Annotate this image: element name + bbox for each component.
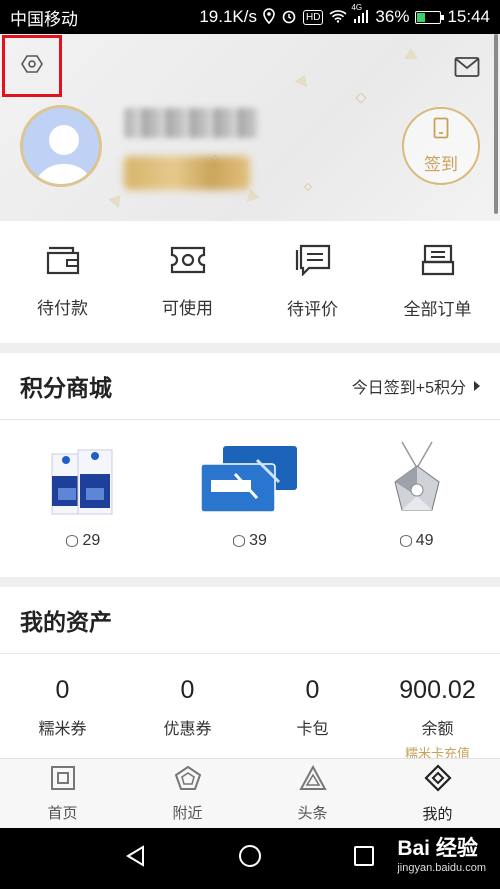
bottom-tab-bar: 首页 附近 头条 我的 (0, 758, 500, 828)
asset-value: 900.02 (399, 676, 476, 704)
order-usable[interactable]: 可使用 (125, 221, 250, 343)
asset-value: 0 (55, 676, 70, 704)
pendant-product-image (362, 440, 472, 520)
wallet-icon (46, 245, 80, 280)
order-label: 可使用 (162, 299, 213, 318)
location-icon (263, 7, 275, 27)
tab-label: 首页 (47, 804, 78, 822)
asset-label: 卡包 (296, 721, 329, 738)
tab-headline[interactable]: 头条 (250, 759, 375, 828)
comment-icon (295, 244, 331, 281)
asset-label: 优惠券 (163, 721, 212, 738)
clock: 15:44 (447, 7, 490, 26)
facemask-product-image (28, 440, 138, 520)
goods-points: 49 (399, 532, 434, 550)
section-title: 我的资产 (20, 609, 112, 635)
headline-icon (298, 764, 327, 796)
tab-home[interactable]: 首页 (0, 759, 125, 828)
status-bar: 中国移动 19.1K/s HD 4G 36% 15:44 (0, 0, 500, 34)
carrier-name: 中国移动 (10, 9, 78, 29)
network-speed: 19.1K/s (199, 7, 257, 26)
coin-icon (66, 535, 79, 547)
asset-value: 0 (180, 676, 195, 704)
username-blurred (124, 108, 258, 138)
profile-header: 签到 (0, 34, 500, 221)
order-pending-payment[interactable]: 待付款 (0, 221, 125, 343)
message-button[interactable] (454, 56, 480, 78)
alarm-icon (281, 8, 297, 27)
goods-points: 29 (66, 532, 100, 550)
recents-icon[interactable] (353, 845, 375, 872)
back-icon[interactable] (125, 845, 147, 872)
order-all[interactable]: 全部订单 (375, 221, 500, 343)
order-to-review[interactable]: 待评价 (250, 221, 375, 343)
avatar-placeholder-icon (34, 125, 94, 184)
tab-nearby[interactable]: 附近 (125, 759, 250, 828)
points-value: 49 (415, 532, 434, 549)
goods-list: 29 39 49 (0, 420, 500, 576)
tab-label: 我的 (422, 805, 453, 823)
points-mall: 积分商城 今日签到+5积分 29 39 49 (0, 353, 500, 577)
tab-label: 附近 (172, 804, 203, 822)
points-mall-header: 积分商城 今日签到+5积分 (0, 353, 500, 420)
checkin-button[interactable]: 签到 (402, 107, 480, 185)
home-icon (50, 765, 76, 796)
coin-icon (399, 535, 412, 547)
goods-points: 39 (233, 532, 267, 550)
order-shortcuts: 待付款 可使用 待评价 全部订单 (0, 221, 500, 343)
phone-icon (433, 117, 449, 144)
goods-item[interactable]: 49 (333, 420, 500, 576)
watermark-brand: Bai 经验 (397, 837, 478, 860)
checkin-points-link[interactable]: 今日签到+5积分 (352, 374, 480, 398)
assets-list: 0 糯米券 0 优惠券 0 卡包 900.02 余额 糯米卡充值 (0, 654, 500, 761)
asset-value: 0 (305, 676, 320, 704)
ticket-icon (170, 245, 206, 280)
wifi-icon (329, 9, 347, 26)
points-value: 39 (249, 532, 267, 549)
mail-icon (454, 57, 480, 82)
section-title: 积分商城 (20, 375, 112, 401)
checkin-label: 签到 (424, 155, 458, 174)
hd-badge: HD (302, 9, 324, 25)
chevron-right-icon (474, 381, 480, 391)
order-label: 全部订单 (403, 300, 472, 319)
asset-nuomi-coupon[interactable]: 0 糯米券 (0, 654, 125, 759)
asset-card-wallet[interactable]: 0 卡包 (250, 654, 375, 759)
scrollbar[interactable] (494, 34, 498, 214)
settings-icon (21, 53, 43, 80)
baidu-jingyan-watermark: Bai 经验 jingyan.baidu.com (397, 832, 486, 874)
home-circle-icon[interactable] (238, 844, 262, 873)
battery-icon (415, 10, 445, 24)
tab-label: 头条 (297, 804, 328, 822)
goods-item[interactable]: 39 (167, 420, 334, 576)
watermark-url: jingyan.baidu.com (397, 862, 486, 874)
tab-mine[interactable]: 我的 (375, 759, 500, 828)
asset-label: 余额 (421, 721, 454, 738)
asset-label: 糯米券 (38, 721, 87, 738)
asset-balance[interactable]: 900.02 余额 糯米卡充值 (375, 654, 500, 761)
my-assets: 我的资产 0 糯米券 0 优惠券 0 卡包 900.02 余额 糯米卡充值 (0, 587, 500, 761)
coin-icon (233, 535, 246, 547)
assets-header: 我的资产 (0, 587, 500, 654)
floss-product-image (195, 440, 305, 520)
order-label: 待付款 (37, 299, 88, 318)
points-value: 29 (82, 532, 101, 549)
nearby-icon (174, 765, 202, 796)
order-label: 待评价 (287, 300, 338, 319)
orders-icon (421, 244, 455, 281)
avatar[interactable] (20, 105, 102, 187)
checkin-points-text: 今日签到+5积分 (351, 380, 466, 397)
network-type: 4G (351, 2, 363, 12)
status-icons: 19.1K/s HD 4G 36% 15:44 (199, 3, 490, 27)
goods-item[interactable]: 29 (0, 420, 167, 576)
battery-percent: 36% (375, 7, 410, 26)
member-level-blurred (124, 156, 250, 190)
asset-discount-coupon[interactable]: 0 优惠券 (125, 654, 250, 759)
mine-icon (423, 763, 452, 797)
signal-icon: 4G (351, 3, 369, 26)
settings-button[interactable] (2, 35, 62, 97)
